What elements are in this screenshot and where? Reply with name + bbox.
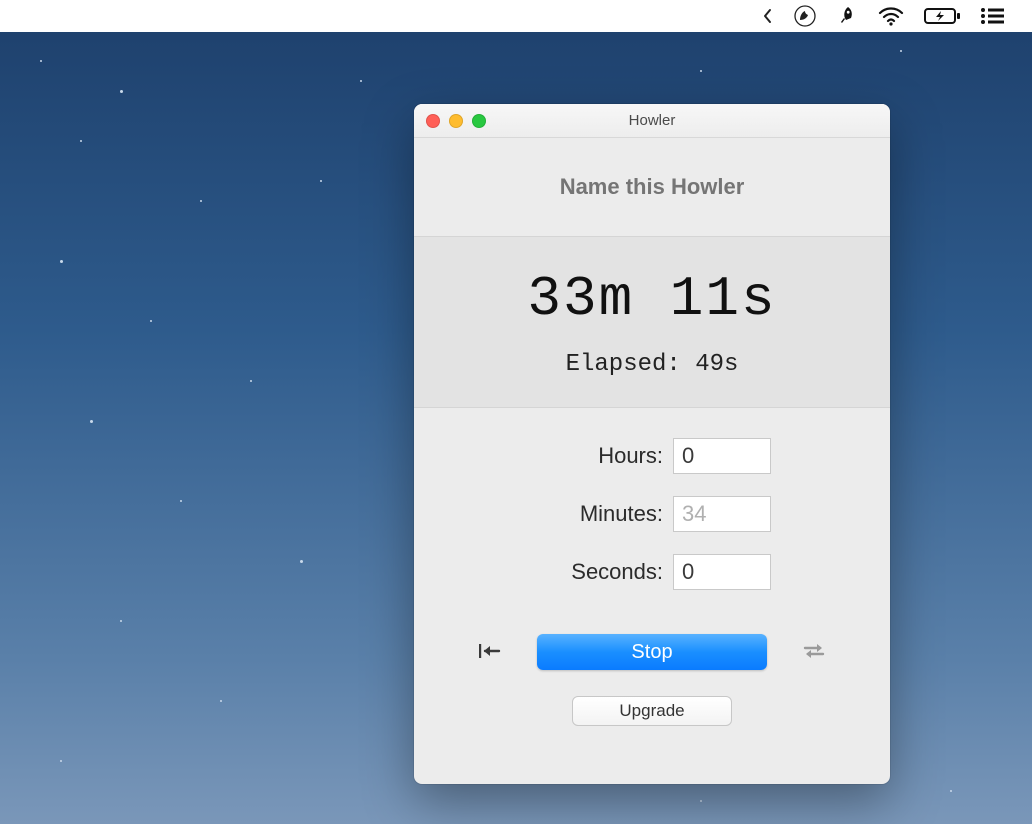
hours-label: Hours:	[533, 443, 663, 469]
desktop-background: Howler 33m 11s Elapsed: 49s Hours: Minut…	[0, 0, 1032, 824]
howler-window: Howler 33m 11s Elapsed: 49s Hours: Minut…	[414, 104, 890, 784]
repeat-button[interactable]	[797, 637, 831, 667]
menu-prev-icon[interactable]	[762, 0, 774, 32]
close-button[interactable]	[426, 114, 440, 128]
repeat-icon	[800, 641, 828, 664]
battery-charging-icon[interactable]	[924, 0, 960, 32]
controls: Stop	[414, 626, 890, 686]
minutes-input[interactable]	[673, 496, 771, 532]
time-readout: 33m 11s Elapsed: 49s	[414, 236, 890, 408]
stop-button[interactable]: Stop	[537, 634, 767, 670]
minutes-label: Minutes:	[533, 501, 663, 527]
seconds-label: Seconds:	[533, 559, 663, 585]
timer-name-input[interactable]	[447, 174, 856, 200]
remaining-time: 33m 11s	[527, 267, 776, 331]
menu-bar	[0, 0, 1032, 32]
upgrade-button[interactable]: Upgrade	[572, 696, 732, 726]
traffic-lights	[426, 114, 486, 128]
seconds-input[interactable]	[673, 554, 771, 590]
timer-name-area	[414, 138, 890, 236]
list-menu-icon[interactable]	[980, 0, 1004, 32]
hours-input[interactable]	[673, 438, 771, 474]
upgrade-area: Upgrade	[414, 686, 890, 726]
wifi-icon[interactable]	[878, 0, 904, 32]
minimize-button[interactable]	[449, 114, 463, 128]
howler-menu-icon[interactable]	[794, 0, 816, 32]
zoom-button[interactable]	[472, 114, 486, 128]
titlebar[interactable]: Howler	[414, 104, 890, 138]
duration-inputs: Hours: Minutes: Seconds:	[414, 408, 890, 626]
rocket-icon[interactable]	[836, 0, 858, 32]
skip-back-icon	[477, 641, 503, 664]
reset-button[interactable]	[473, 637, 507, 667]
elapsed-time: Elapsed: 49s	[566, 351, 739, 378]
